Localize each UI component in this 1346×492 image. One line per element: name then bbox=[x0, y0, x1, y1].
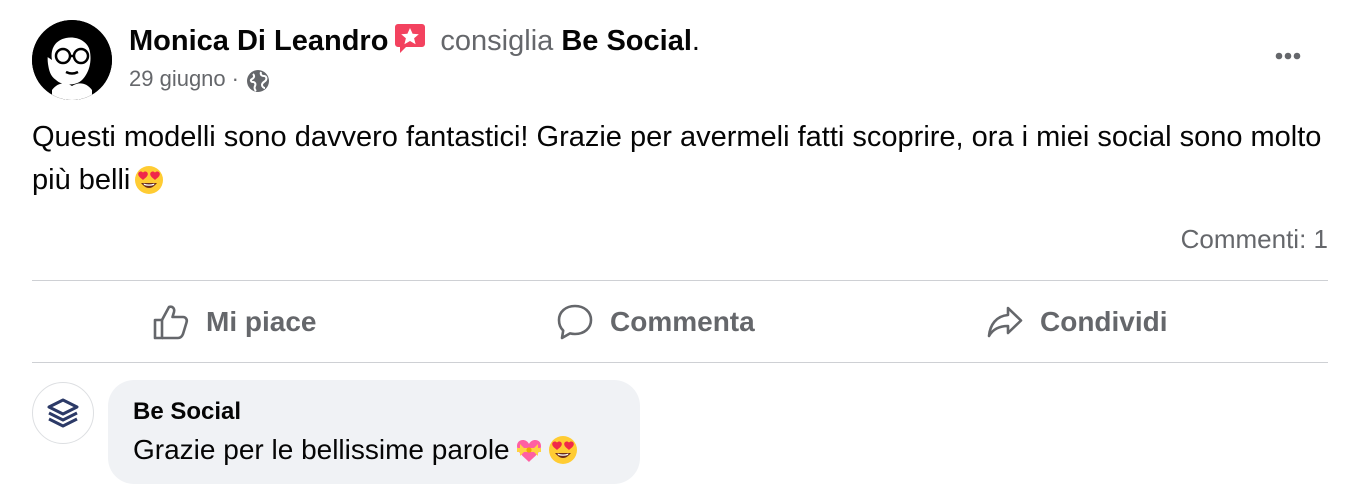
recommend-icon bbox=[394, 22, 426, 64]
heart-eyes-emoji bbox=[548, 435, 578, 475]
like-button-label: Mi piace bbox=[206, 306, 317, 337]
comment-text: Grazie per le bellissime parole bbox=[133, 431, 578, 475]
post-header: Monica Di Leandro consiglia Be Social. bbox=[129, 22, 700, 64]
divider-top bbox=[32, 280, 1328, 281]
author-avatar[interactable] bbox=[32, 20, 112, 100]
avatar-portrait-image bbox=[32, 20, 112, 100]
post-date[interactable]: 29 giugno bbox=[129, 66, 226, 91]
meta-separator: · bbox=[231, 66, 239, 91]
divider-bottom bbox=[32, 362, 1328, 363]
comment-button-label: Commenta bbox=[610, 306, 755, 337]
recommend-verb: consiglia bbox=[440, 25, 554, 57]
more-horizontal-icon bbox=[1275, 52, 1301, 60]
more-options-button[interactable] bbox=[1266, 38, 1310, 74]
layers-logo-icon bbox=[47, 398, 79, 428]
comment-author[interactable]: Be Social bbox=[133, 397, 241, 427]
like-button[interactable]: Mi piace bbox=[152, 296, 316, 348]
heart-eyes-emoji bbox=[134, 165, 164, 208]
comments-count[interactable]: Commenti: 1 bbox=[1181, 222, 1328, 256]
post-text-content: Questi modelli sono davvero fantastici! … bbox=[32, 121, 1322, 196]
share-arrow-icon bbox=[987, 306, 1023, 338]
comment-text-content: Grazie per le bellissime parole bbox=[133, 434, 510, 465]
recommended-page-name[interactable]: Be Social bbox=[561, 25, 692, 57]
author-name[interactable]: Monica Di Leandro bbox=[129, 25, 388, 57]
header-period: . bbox=[691, 25, 700, 57]
globe-icon bbox=[245, 68, 271, 102]
comment-bubble: Be Social Grazie per le bellissime parol… bbox=[108, 380, 640, 484]
commenter-avatar[interactable] bbox=[32, 382, 94, 444]
thumbs-up-icon bbox=[153, 305, 189, 340]
post-text: Questi modelli sono davvero fantastici! … bbox=[32, 116, 1328, 208]
share-button[interactable]: Condividi bbox=[986, 296, 1168, 348]
comment-button[interactable]: Commenta bbox=[556, 296, 755, 348]
post-meta: 29 giugno · bbox=[129, 64, 271, 102]
heart-with-ribbon-emoji bbox=[514, 435, 544, 475]
comment-bubble-icon bbox=[557, 304, 593, 340]
share-button-label: Condividi bbox=[1040, 306, 1168, 337]
recommendation-post: Monica Di Leandro consiglia Be Social. 2… bbox=[0, 0, 1346, 492]
